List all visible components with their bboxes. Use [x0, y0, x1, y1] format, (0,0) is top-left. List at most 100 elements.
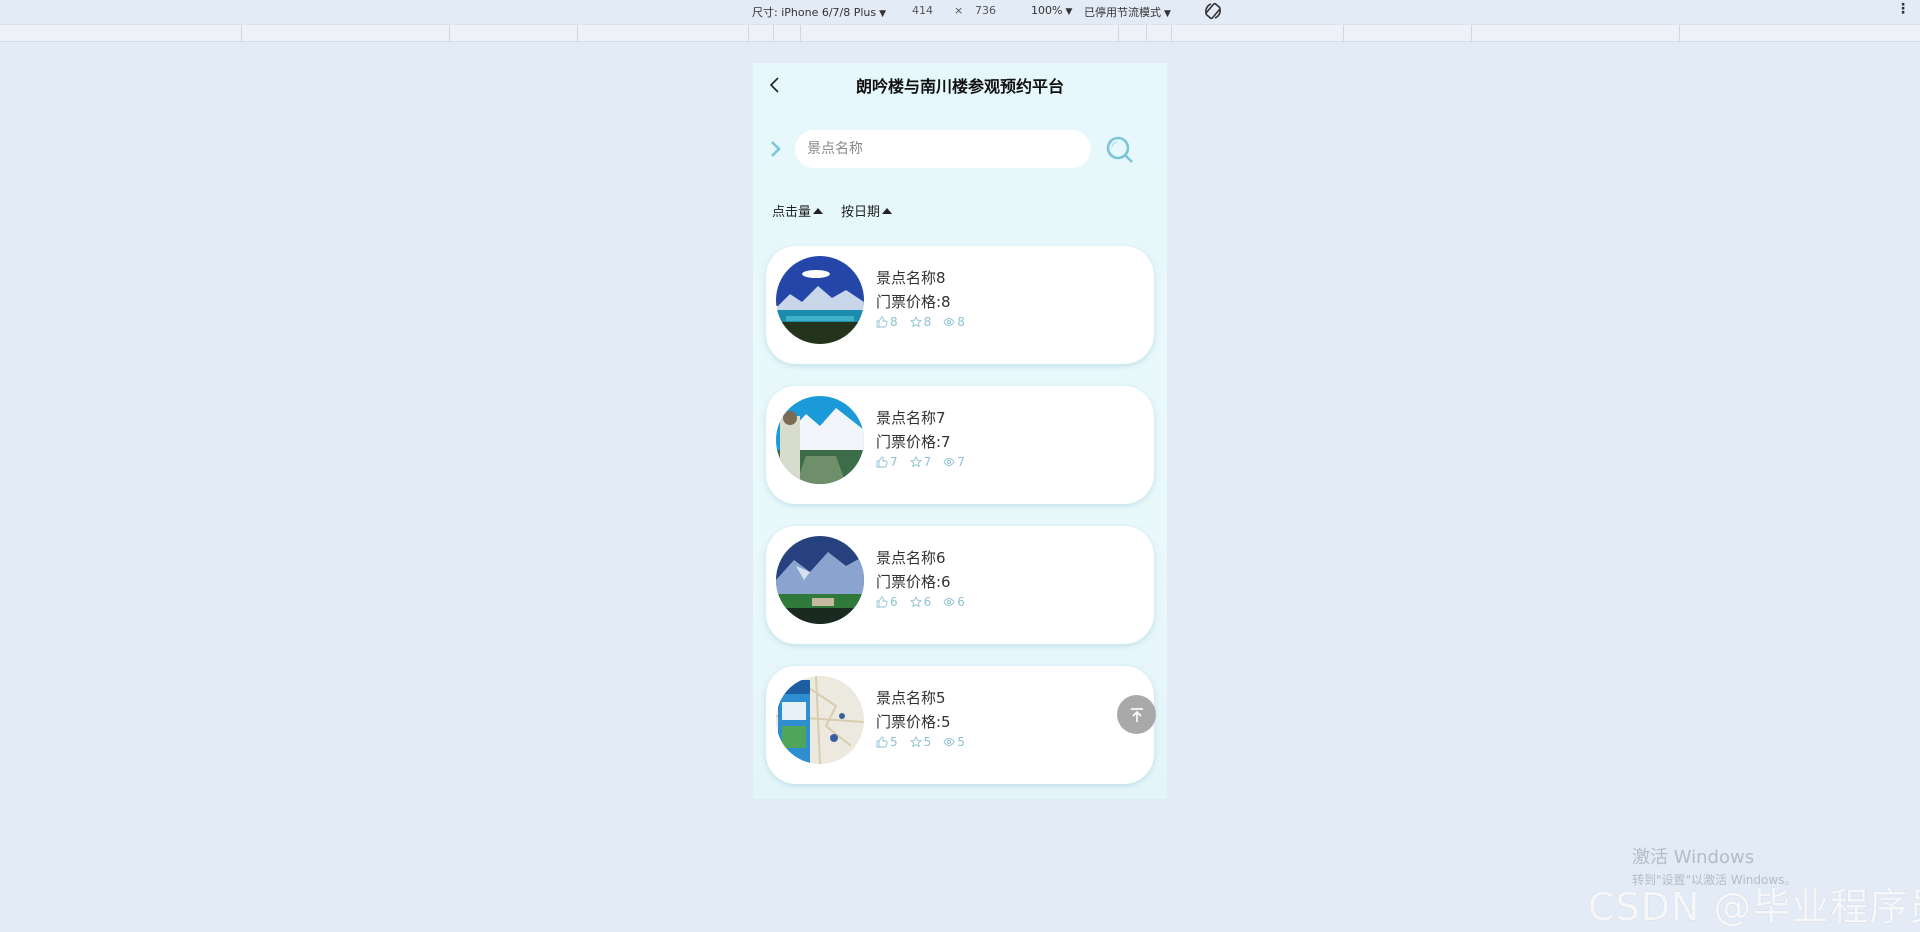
attraction-stats: 5 5 5 — [876, 735, 965, 749]
ruler-tick — [773, 25, 774, 42]
sort-up-icon — [813, 207, 824, 214]
attraction-price: 门票价格:6 — [876, 573, 951, 591]
ruler-tick — [1679, 25, 1680, 42]
ruler-tick — [1171, 25, 1172, 42]
likes-stat: 8 — [876, 315, 898, 329]
attraction-stats: 6 6 6 — [876, 595, 965, 609]
list-item[interactable]: 景点名称6 门票价格:6 6 6 6 — [766, 526, 1154, 644]
attraction-name: 景点名称7 — [876, 409, 946, 427]
attraction-price: 门票价格:7 — [876, 433, 951, 451]
favorites-stat: 6 — [909, 595, 931, 609]
search-input[interactable] — [795, 130, 1091, 168]
views-stat: 7 — [943, 455, 965, 469]
views-count: 8 — [957, 315, 965, 329]
page-title: 朗吟楼与南川楼参观预约平台 — [855, 77, 1064, 96]
attraction-name: 景点名称8 — [876, 269, 946, 287]
nav-bar: 朗吟楼与南川楼参观预约平台 — [753, 63, 1167, 107]
list-item[interactable]: 景点名称7 门票价格:7 7 7 7 — [766, 386, 1154, 504]
attraction-name: 景点名称6 — [876, 549, 946, 567]
list-item[interactable]: 景点名称8 门票价格:8 8 8 8 — [766, 246, 1154, 364]
thumbs-up-icon — [876, 456, 888, 468]
eye-icon — [943, 738, 955, 746]
search-bar — [753, 129, 1167, 169]
ruler-tick — [748, 25, 749, 42]
star-icon — [909, 736, 922, 748]
views-stat: 8 — [943, 315, 965, 329]
more-icon[interactable]: ⋮ — [1896, 1, 1910, 17]
watermark-line1: 激活 Windows — [1632, 847, 1755, 868]
search-icon[interactable] — [1103, 133, 1137, 167]
likes-stat: 6 — [876, 595, 898, 609]
thumbs-up-icon — [876, 596, 888, 608]
height-input[interactable]: 736 — [975, 4, 996, 17]
ruler-tick — [449, 25, 450, 42]
ruler-tick — [1343, 25, 1344, 42]
device-select[interactable]: 尺寸: iPhone 6/7/8 Plus ▼ — [752, 4, 886, 20]
views-count: 5 — [957, 735, 965, 749]
attraction-stats: 8 8 8 — [876, 315, 965, 329]
favorites-count: 7 — [923, 455, 932, 469]
favorites-stat: 7 — [909, 455, 932, 469]
attraction-image — [776, 396, 864, 484]
attraction-info: 景点名称7 门票价格:7 7 7 7 — [876, 407, 965, 469]
devtools-toolbar: 尺寸: iPhone 6/7/8 Plus ▼ 414 × 736 100% ▼ 已… — [0, 0, 1920, 24]
attraction-info: 景点名称6 门票价格:6 6 6 6 — [876, 547, 965, 609]
likes-stat: 7 — [876, 455, 898, 469]
sort-bar: 点击量 按日期 — [772, 201, 893, 220]
attraction-image — [776, 256, 864, 344]
star-icon — [909, 596, 922, 608]
favorites-count: 8 — [923, 315, 932, 329]
ruler-tick — [577, 25, 578, 42]
favorites-stat: 5 — [909, 735, 932, 749]
sort-date-label: 按日期 — [841, 205, 881, 220]
favorites-stat: 8 — [909, 315, 932, 329]
views-stat: 5 — [943, 735, 965, 749]
attraction-stats: 7 7 7 — [876, 455, 965, 469]
phone-viewport: 朗吟楼与南川楼参观预约平台 点击量 按日期 — [753, 63, 1167, 799]
star-icon — [909, 456, 922, 468]
attraction-list: 景点名称8 门票价格:8 8 8 8 景点名称7 门票价格:7 7 7 7 景点… — [766, 246, 1154, 799]
favorites-count: 5 — [923, 735, 932, 749]
width-input[interactable]: 414 — [912, 4, 933, 17]
ruler-tick — [1118, 25, 1119, 42]
views-count: 7 — [957, 455, 965, 469]
star-icon — [909, 316, 922, 328]
likes-count: 7 — [890, 455, 898, 469]
thumbs-up-icon — [876, 736, 888, 748]
sort-clicks-label: 点击量 — [772, 205, 812, 220]
ruler-tick — [800, 25, 801, 42]
back-icon[interactable] — [765, 75, 785, 95]
thumbs-up-icon — [876, 316, 888, 328]
attraction-info: 景点名称5 门票价格:5 5 5 5 — [876, 687, 965, 749]
attraction-price: 门票价格:5 — [876, 713, 951, 731]
zoom-select[interactable]: 100% ▼ — [1031, 4, 1072, 17]
attraction-image — [776, 676, 864, 764]
device-select-label: 尺寸: iPhone 6/7/8 Plus — [752, 6, 877, 19]
views-count: 6 — [957, 595, 965, 609]
list-item[interactable]: 景点名称5 门票价格:5 5 5 5 — [766, 666, 1154, 784]
throttle-select[interactable]: 已停用节流模式 ▼ — [1084, 4, 1171, 20]
attraction-price: 门票价格:8 — [876, 293, 951, 311]
attraction-image — [776, 536, 864, 624]
views-stat: 6 — [943, 595, 965, 609]
zoom-label: 100% — [1031, 4, 1063, 17]
eye-icon — [943, 598, 955, 606]
ruler-tick — [241, 25, 242, 42]
ruler-tick — [1471, 25, 1472, 42]
arrow-up-icon — [1130, 707, 1143, 722]
sort-clicks-button[interactable]: 点击量 — [772, 201, 824, 220]
eye-icon — [943, 458, 955, 466]
attraction-name: 景点名称5 — [876, 689, 946, 707]
dimension-separator: × — [954, 4, 964, 17]
likes-count: 8 — [890, 315, 898, 329]
likes-count: 6 — [890, 595, 898, 609]
chevron-down-icon: ▼ — [879, 9, 887, 19]
eye-icon — [943, 318, 955, 326]
sort-date-button[interactable]: 按日期 — [841, 201, 893, 220]
likes-stat: 5 — [876, 735, 898, 749]
throttle-label: 已停用节流模式 — [1084, 6, 1161, 19]
chevron-down-icon: ▼ — [1065, 7, 1073, 17]
rotate-icon[interactable] — [1203, 1, 1223, 24]
sort-up-icon — [882, 207, 893, 214]
back-to-top-button[interactable] — [1117, 695, 1156, 734]
